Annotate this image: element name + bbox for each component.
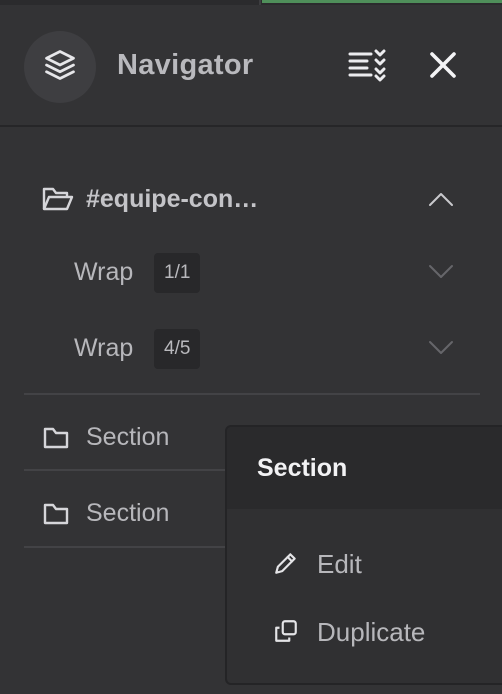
tree-child-label: Wrap xyxy=(74,334,134,362)
folder-icon xyxy=(42,500,70,528)
tree-root-label: #equipe-con… xyxy=(86,185,259,213)
menu-item-label: Edit xyxy=(317,549,362,579)
layers-icon xyxy=(42,47,78,88)
folder-icon xyxy=(42,424,70,452)
navigator-header: Navigator xyxy=(0,5,502,127)
list-collapse-icon xyxy=(347,47,387,88)
context-menu-header: Section xyxy=(227,427,502,509)
tree-root-row[interactable]: #equipe-con… xyxy=(0,170,502,230)
panel-title: Navigator xyxy=(117,49,254,81)
folder-open-icon xyxy=(42,184,74,214)
close-button[interactable] xyxy=(422,47,464,87)
menu-item-label: Duplicate xyxy=(317,617,426,647)
context-menu: Section Edit Duplicate xyxy=(225,425,502,685)
chevron-down-icon[interactable] xyxy=(426,257,456,287)
child-count-badge: 4/5 xyxy=(154,329,201,369)
chevron-down-icon[interactable] xyxy=(426,333,456,363)
duplicate-icon xyxy=(271,616,301,646)
section-label: Section xyxy=(86,423,170,451)
menu-item-duplicate[interactable]: Duplicate xyxy=(227,600,502,660)
navigator-logo xyxy=(24,31,96,103)
tree-child-row[interactable]: Wrap 4/5 xyxy=(0,319,502,379)
collapse-all-button[interactable] xyxy=(346,47,388,87)
section-label: Section xyxy=(86,499,170,527)
context-menu-title: Section xyxy=(257,454,348,482)
close-icon xyxy=(429,51,457,84)
child-count-badge: 1/1 xyxy=(154,253,201,293)
tree-divider xyxy=(24,393,480,395)
tree-child-row[interactable]: Wrap 1/1 xyxy=(0,243,502,303)
chevron-up-icon[interactable] xyxy=(426,184,456,214)
pencil-icon xyxy=(271,548,301,578)
top-strip-accent xyxy=(262,0,502,3)
tree-child-label: Wrap xyxy=(74,258,134,286)
menu-item-edit[interactable]: Edit xyxy=(227,532,502,592)
